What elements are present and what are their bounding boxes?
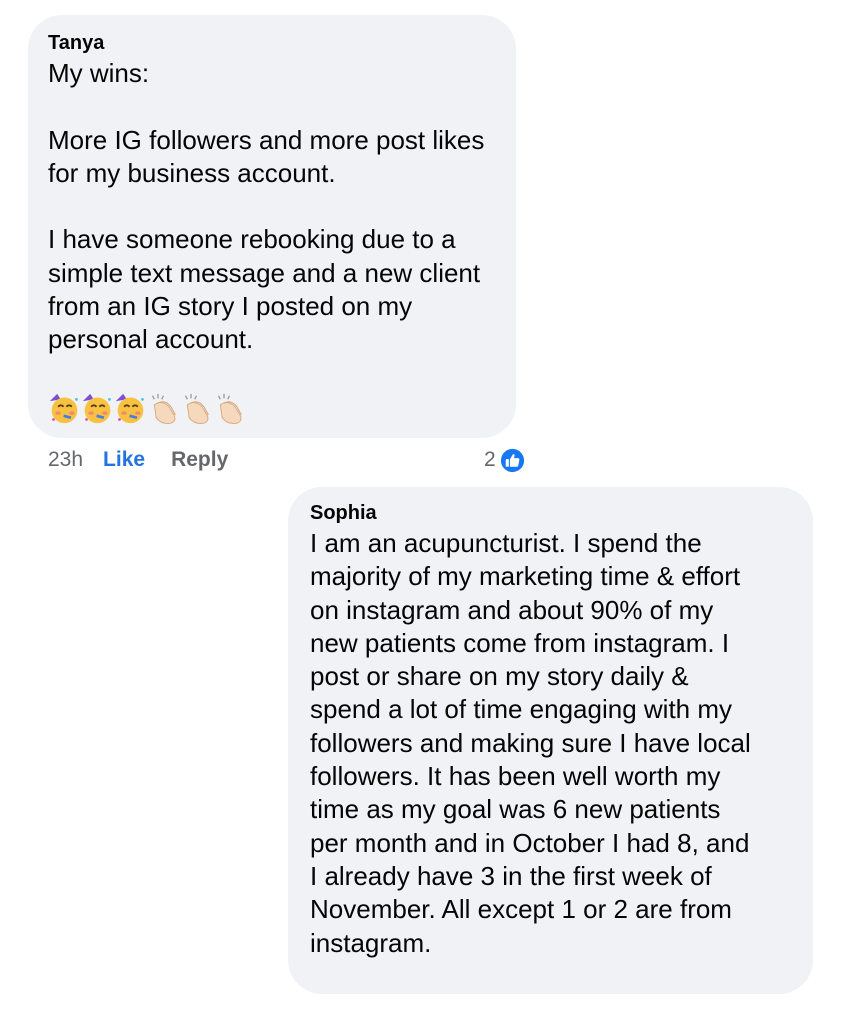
emoji-row <box>48 390 246 426</box>
comment-author[interactable]: Sophia <box>310 501 377 525</box>
comment-bubble: Tanya My wins: More IG followers and mor… <box>28 15 516 438</box>
like-button[interactable]: Like <box>103 448 145 472</box>
like-badge-icon <box>498 446 526 474</box>
comment-text: My wins: More IG followers and more post… <box>48 58 485 355</box>
reaction-count: 2 <box>484 448 496 471</box>
partying-face-icon <box>49 393 78 423</box>
reply-button[interactable]: Reply <box>171 448 228 472</box>
reaction-summary[interactable]: 2 <box>484 446 526 474</box>
comment-text: I am an acupuncturist. I spend the major… <box>310 528 751 958</box>
clapping-hands-icon <box>184 393 209 424</box>
partying-face-icon <box>115 393 144 423</box>
comment-timestamp[interactable]: 23h <box>48 448 83 472</box>
clapping-hands-icon <box>151 393 176 424</box>
clapping-hands-icon <box>217 393 242 424</box>
comment-author[interactable]: Tanya <box>48 31 104 55</box>
comment-actions: 23h Like Reply <box>48 448 228 472</box>
comment-bubble: Sophia I am an acupuncturist. I spend th… <box>288 487 813 994</box>
partying-face-icon <box>82 393 111 423</box>
